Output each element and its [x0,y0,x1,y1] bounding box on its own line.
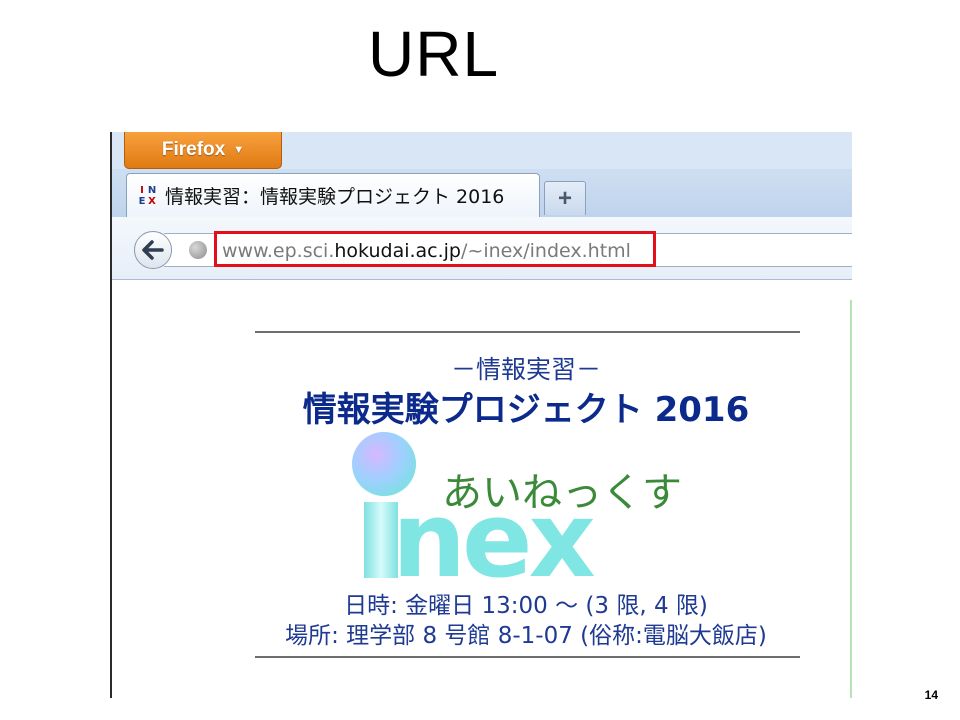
tab-inex[interactable]: I N E X 情報実習：情報実験プロジェクト 2016 [126,173,540,217]
inex-favicon-icon: I N E X [138,184,157,207]
tab-strip: I N E X 情報実習：情報実験プロジェクト 2016 + [112,169,852,217]
location-text: 場所: 理学部 8 号館 8-1-07 (俗称:電脳大飯店) [285,623,767,649]
url-highlight-box [214,231,656,267]
page-heading: 情報実験プロジェクト 2016 [302,390,750,430]
top-divider [255,331,800,333]
address-bar[interactable]: www.ep.sci.hokudai.ac.jp/~inex/index.htm… [164,231,852,267]
tab-title: 情報実習：情報実験プロジェクト 2016 [165,186,505,208]
slide-title: URL [368,18,500,90]
schedule-text: 日時: 金曜日 13:00 ～ (3 限, 4 限) [344,593,708,619]
globe-icon [189,241,207,259]
logo-kana: あいねっくす [442,470,682,516]
firefox-menu-button[interactable]: Firefox ▼ [124,132,282,169]
new-tab-button[interactable]: + [544,181,586,215]
page-subtitle: －情報実習－ [450,355,601,384]
chevron-down-icon: ▼ [233,144,245,156]
bottom-divider [255,656,800,658]
arrow-left-icon [142,240,164,260]
page-content: －情報実習－ 情報実験プロジェクト 2016 nex あいねっくす 日時: 金曜… [112,280,852,698]
browser-window: Firefox ▼ I N E X 情報実習：情報実験プロジェクト 2016 +… [110,132,852,698]
navigation-bar: www.ep.sci.hokudai.ac.jp/~inex/index.htm… [112,217,852,280]
inex-logo: nex あいねっくす [352,430,712,592]
slide-number: 14 [924,688,938,702]
back-button[interactable] [134,231,172,269]
firefox-menu-label: Firefox [161,139,226,160]
